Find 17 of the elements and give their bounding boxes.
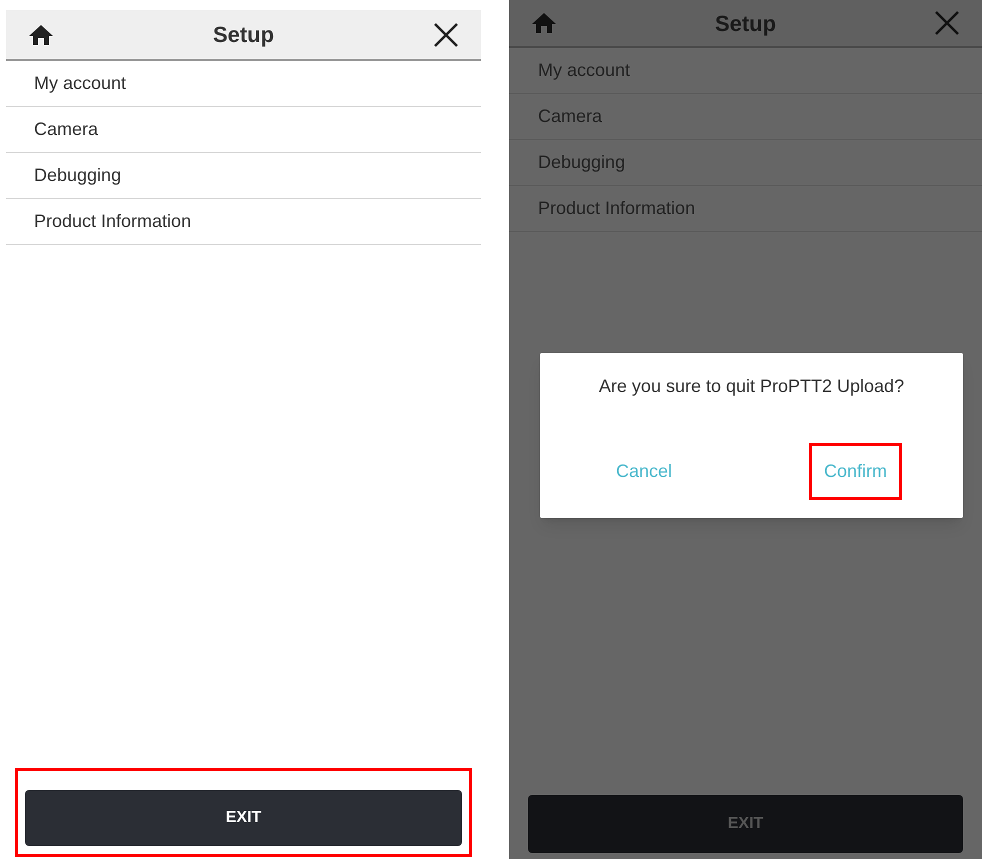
close-icon[interactable] <box>433 22 459 48</box>
menu-item[interactable]: My account <box>509 48 982 94</box>
menu-item[interactable]: Product Information <box>6 199 481 245</box>
dialog-button[interactable]: Confirm <box>808 442 902 500</box>
dialog-message: Are you sure to quit ProPTT2 Upload? <box>598 375 906 398</box>
exit-button[interactable]: EXIT <box>25 790 462 846</box>
exit-button[interactable]: EXIT <box>528 795 963 853</box>
menu-item[interactable]: Debugging <box>6 153 481 199</box>
menu-item[interactable]: Product Information <box>509 186 982 232</box>
menu-item[interactable]: My account <box>6 61 481 107</box>
header-title: Setup <box>714 10 776 38</box>
menu-item[interactable]: Debugging <box>509 140 982 186</box>
menu-item[interactable]: Camera <box>509 94 982 140</box>
menu-item[interactable]: Camera <box>6 107 481 153</box>
home-icon[interactable] <box>28 24 54 46</box>
dialog-button[interactable]: Cancel <box>600 442 688 500</box>
header-title: Setup <box>212 21 274 49</box>
